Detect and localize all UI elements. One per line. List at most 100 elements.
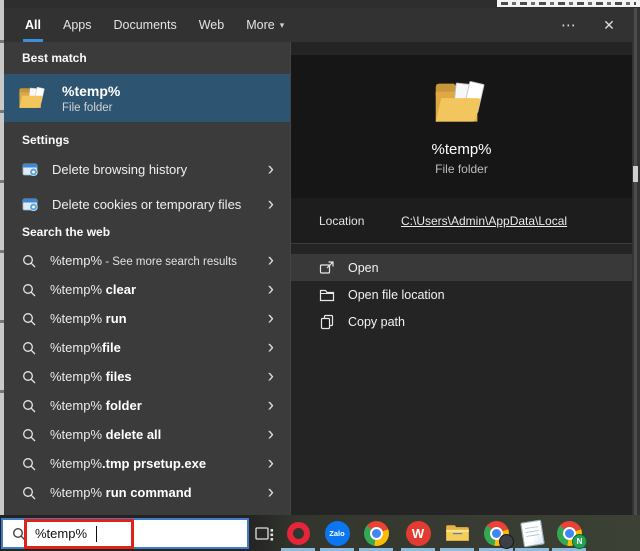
profile-badge — [499, 534, 514, 549]
tab-more[interactable]: More▾ — [246, 8, 284, 42]
taskbar-app-chrome-new[interactable]: N — [549, 515, 589, 551]
close-icon[interactable]: ✕ — [594, 8, 624, 42]
search-icon — [22, 457, 36, 471]
opera-icon — [287, 522, 310, 545]
folder-icon — [18, 85, 48, 112]
options-ellipsis-button[interactable]: ⋯ — [554, 8, 584, 42]
background-page-edge-right — [632, 8, 640, 515]
search-icon — [22, 370, 36, 384]
settings-header: Settings — [4, 133, 290, 148]
suggestion-query: %temp% — [50, 311, 102, 326]
taskbar-app-notes[interactable] — [512, 515, 552, 551]
web-suggestion-row[interactable]: %temp% - See more search results › — [4, 246, 290, 275]
taskbar-app-zalo[interactable]: Zalo — [317, 515, 357, 551]
zalo-icon: Zalo — [325, 521, 350, 546]
best-match-title: %temp% — [62, 83, 120, 99]
internet-options-icon — [22, 161, 38, 177]
web-suggestion-row[interactable]: %temp%.tmp prsetup.exe › — [4, 449, 290, 478]
suggestion-query: %temp% — [50, 485, 102, 500]
search-icon — [22, 254, 36, 268]
suggestion-completion: run — [102, 311, 127, 326]
text-cursor — [96, 526, 97, 542]
web-suggestion-row[interactable]: %temp% run › — [4, 304, 290, 333]
taskbar-search-box[interactable]: %temp% — [1, 518, 249, 549]
best-match-header: Best match — [4, 51, 290, 66]
windows-search-screen: All Apps Documents Web More▾ ⋯ ✕ Best ma… — [0, 0, 640, 551]
tab-web[interactable]: Web — [199, 8, 224, 42]
action-label: Open — [348, 261, 379, 275]
chevron-right-icon[interactable]: › — [262, 396, 280, 415]
action-label: Copy path — [348, 315, 405, 329]
action-label: Open file location — [348, 288, 445, 302]
best-match-subtitle: File folder — [62, 102, 120, 114]
taskbar-app-opera[interactable] — [278, 515, 318, 551]
chevron-right-icon[interactable]: › — [262, 160, 280, 179]
search-icon — [22, 283, 36, 297]
suggestion-completion: .tmp prsetup.exe — [102, 456, 206, 471]
web-suggestion-row[interactable]: %temp% folder › — [4, 391, 290, 420]
notes-icon — [520, 519, 545, 547]
search-filter-tabs: All Apps Documents Web More▾ ⋯ ✕ — [4, 8, 632, 42]
chevron-right-icon[interactable]: › — [262, 280, 280, 299]
search-the-web-header: Search the web — [4, 225, 290, 240]
location-label: Location — [319, 214, 401, 228]
task-view-icon — [254, 523, 275, 544]
suggestion-completion: files — [102, 369, 132, 384]
tab-documents[interactable]: Documents — [113, 8, 176, 42]
suggestion-completion: file — [102, 340, 121, 355]
action-copy-path[interactable]: Copy path — [291, 308, 632, 335]
taskbar-app-wps[interactable]: W — [398, 515, 438, 551]
chrome-icon — [364, 521, 389, 546]
preview-title: %temp% — [431, 141, 491, 158]
web-suggestion-row[interactable]: %temp% clear › — [4, 275, 290, 304]
tab-more-label: More — [246, 18, 274, 32]
suggestion-completion: folder — [102, 398, 142, 413]
suggestion-query: %temp% — [50, 282, 102, 297]
location-path-link[interactable]: C:\Users\Admin\AppData\Local — [401, 214, 567, 228]
chevron-right-icon[interactable]: › — [262, 425, 280, 444]
search-icon — [22, 428, 36, 442]
search-icon — [22, 486, 36, 500]
web-suggestion-row[interactable]: %temp% files › — [4, 362, 290, 391]
tab-apps[interactable]: Apps — [63, 8, 92, 42]
result-preview-pane: %temp% File folder Location C:\Users\Adm… — [291, 42, 632, 515]
chevron-right-icon[interactable]: › — [262, 483, 280, 502]
chevron-right-icon[interactable]: › — [262, 251, 280, 270]
wps-office-icon: W — [406, 521, 431, 546]
suggestion-completion: delete all — [102, 427, 161, 442]
suggestion-query: %temp% — [50, 340, 102, 355]
suggestion-query: %temp% — [50, 369, 102, 384]
action-open[interactable]: Open — [291, 254, 632, 281]
chevron-right-icon[interactable]: › — [262, 367, 280, 386]
settings-result-delete-browsing-history[interactable]: Delete browsing history › — [4, 155, 290, 183]
suggestion-completion: run command — [102, 485, 192, 500]
search-icon — [12, 527, 26, 541]
file-explorer-icon — [445, 522, 470, 544]
web-suggestion-row[interactable]: %temp%file › — [4, 333, 290, 362]
open-icon — [319, 260, 335, 276]
suggestion-query: %temp% — [50, 456, 102, 471]
web-suggestion-row[interactable]: %temp% delete all › — [4, 420, 290, 449]
preview-card: %temp% File folder — [291, 55, 632, 198]
chevron-right-icon[interactable]: › — [262, 338, 280, 357]
background-scrollbar-thumb — [633, 166, 638, 182]
chevron-right-icon[interactable]: › — [262, 454, 280, 473]
best-match-result[interactable]: %temp% File folder — [4, 74, 290, 122]
taskbar-app-chrome-profile[interactable] — [476, 515, 516, 551]
taskbar-app-file-explorer[interactable] — [437, 515, 477, 551]
tab-all[interactable]: All — [25, 8, 41, 42]
background-page-text-fragment — [497, 0, 640, 7]
new-badge: N — [572, 534, 587, 549]
chevron-right-icon[interactable]: › — [262, 309, 280, 328]
suggestion-query: %temp% — [50, 253, 102, 268]
chevron-right-icon[interactable]: › — [262, 195, 280, 214]
context-actions: Open Open file location Copy path — [291, 254, 632, 335]
settings-result-label: Delete cookies or temporary files — [52, 197, 262, 212]
action-open-file-location[interactable]: Open file location — [291, 281, 632, 308]
taskbar-app-chrome[interactable] — [356, 515, 396, 551]
copy-icon — [319, 314, 335, 330]
settings-result-delete-cookies[interactable]: Delete cookies or temporary files › — [4, 190, 290, 218]
suggestion-query: %temp% — [50, 398, 102, 413]
folder-icon — [433, 78, 491, 129]
web-suggestion-row[interactable]: %temp% run command › — [4, 478, 290, 507]
